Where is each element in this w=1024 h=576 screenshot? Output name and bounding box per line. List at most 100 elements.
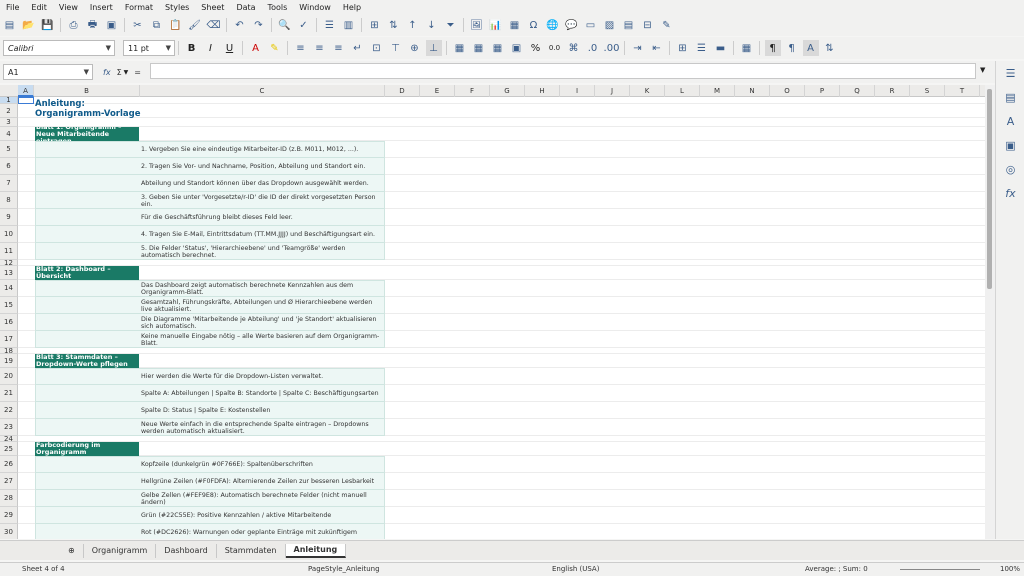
undo-icon[interactable]: ↶ bbox=[232, 17, 248, 33]
spelling-icon[interactable]: ✓ bbox=[296, 17, 312, 33]
align-left-icon[interactable]: ≡ bbox=[293, 40, 309, 56]
sort-descending-icon[interactable]: ↓ bbox=[424, 17, 440, 33]
column-header-a[interactable]: A bbox=[18, 85, 34, 97]
row-header[interactable]: 29 bbox=[0, 507, 18, 524]
row-header[interactable]: 28 bbox=[0, 490, 18, 507]
row-header[interactable]: 22 bbox=[0, 402, 18, 419]
split-window-icon[interactable]: ⊟ bbox=[640, 17, 656, 33]
clear-formatting-icon[interactable]: ⌫ bbox=[206, 17, 222, 33]
hyperlink-icon[interactable]: 🌐 bbox=[545, 17, 561, 33]
row-header[interactable]: 16 bbox=[0, 314, 18, 331]
column-header-o[interactable]: O bbox=[770, 85, 805, 97]
row-header[interactable]: 1 bbox=[0, 96, 18, 104]
row-icon[interactable]: ☰ bbox=[322, 17, 338, 33]
date-format-icon[interactable]: ⌘ bbox=[566, 40, 582, 56]
row-header[interactable]: 11 bbox=[0, 243, 18, 260]
column-header-h[interactable]: H bbox=[525, 85, 560, 97]
paste-icon[interactable]: 📋 bbox=[168, 17, 184, 33]
font-size-box[interactable]: 11 pt ▼ bbox=[123, 40, 175, 56]
menu-insert[interactable]: Insert bbox=[84, 3, 119, 12]
font-color-icon[interactable]: A bbox=[248, 40, 264, 56]
row-header[interactable]: 7 bbox=[0, 175, 18, 192]
align-bottom-icon[interactable]: ⊥ bbox=[425, 40, 442, 56]
tab-stammdaten[interactable]: Stammdaten bbox=[217, 543, 286, 558]
row-header[interactable]: 5 bbox=[0, 141, 18, 158]
row-header[interactable]: 9 bbox=[0, 209, 18, 226]
delete-decimal-icon[interactable]: .00 bbox=[604, 40, 620, 56]
row-header[interactable]: 23 bbox=[0, 419, 18, 436]
chevron-down-icon[interactable]: ▼ bbox=[84, 68, 89, 76]
row-header[interactable]: 26 bbox=[0, 456, 18, 473]
cut-icon[interactable]: ✂ bbox=[130, 17, 146, 33]
column-format-icon[interactable]: ▦ bbox=[490, 40, 506, 56]
autofilter-icon[interactable]: ⏷ bbox=[443, 17, 459, 33]
function-wizard-button[interactable]: fx bbox=[103, 68, 111, 77]
formula-button[interactable]: = bbox=[134, 68, 141, 77]
decimal-button[interactable]: 0.0 bbox=[547, 40, 563, 56]
underline-button[interactable]: U bbox=[222, 40, 238, 56]
menu-format[interactable]: Format bbox=[119, 3, 159, 12]
align-right-icon[interactable]: ≡ bbox=[331, 40, 347, 56]
chart-icon[interactable]: 📊 bbox=[488, 17, 504, 33]
vertical-scrollbar-thumb[interactable] bbox=[987, 89, 992, 289]
save-icon[interactable]: 💾 bbox=[40, 17, 56, 33]
sort-ascending-icon[interactable]: ↑ bbox=[405, 17, 421, 33]
name-box[interactable]: A1 ▼ bbox=[3, 64, 93, 80]
find-replace-icon[interactable]: 🔍 bbox=[277, 17, 293, 33]
menu-help[interactable]: Help bbox=[337, 3, 367, 12]
image-icon[interactable]: 🖼 bbox=[469, 17, 485, 33]
freeze-icon[interactable]: ⊞ bbox=[367, 17, 383, 33]
chevron-down-icon[interactable]: ▼ bbox=[166, 44, 171, 52]
percent-button[interactable]: % bbox=[528, 40, 544, 56]
gallery-icon[interactable]: ▣ bbox=[996, 133, 1024, 157]
export-pdf-icon[interactable]: ⎙ bbox=[66, 17, 82, 33]
column-header-j[interactable]: J bbox=[595, 85, 630, 97]
column-header-p[interactable]: P bbox=[805, 85, 840, 97]
row-header[interactable]: 30 bbox=[0, 524, 18, 539]
properties-icon[interactable]: ▤ bbox=[996, 85, 1024, 109]
menu-styles[interactable]: Styles bbox=[159, 3, 195, 12]
column-header-l[interactable]: L bbox=[665, 85, 700, 97]
align-center-icon[interactable]: ≡ bbox=[312, 40, 328, 56]
vertical-scrollbar[interactable] bbox=[985, 85, 995, 539]
unmerge-cells-icon[interactable]: ▦ bbox=[471, 40, 487, 56]
row-header[interactable]: 21 bbox=[0, 385, 18, 402]
menu-file[interactable]: File bbox=[0, 3, 25, 12]
menu-view[interactable]: View bbox=[53, 3, 84, 12]
row-header[interactable]: 25 bbox=[0, 442, 18, 456]
expand-formula-bar-icon[interactable]: ▼ bbox=[980, 66, 985, 74]
row-header[interactable]: 10 bbox=[0, 226, 18, 243]
sort-icon[interactable]: ⇅ bbox=[386, 17, 402, 33]
column-icon[interactable]: ▥ bbox=[341, 17, 357, 33]
menu-sheet[interactable]: Sheet bbox=[195, 3, 230, 12]
text-vertical-icon[interactable]: ⇅ bbox=[822, 40, 838, 56]
functions-icon[interactable]: fx bbox=[996, 181, 1024, 205]
bold-button[interactable]: B bbox=[184, 40, 200, 56]
background-color-icon[interactable]: ▬ bbox=[713, 40, 729, 56]
left-to-right-button[interactable]: ¶ bbox=[764, 40, 781, 56]
text-horizontal-icon[interactable]: A bbox=[802, 40, 819, 56]
column-header-g[interactable]: G bbox=[490, 85, 525, 97]
menu-data[interactable]: Data bbox=[230, 3, 261, 12]
zoom-slider[interactable] bbox=[900, 569, 980, 570]
row-header[interactable]: 20 bbox=[0, 368, 18, 385]
merge-cells-icon[interactable]: ▦ bbox=[452, 40, 468, 56]
column-header-b[interactable]: B bbox=[34, 85, 140, 97]
chevron-down-icon[interactable]: ▼ bbox=[106, 44, 111, 52]
row-header[interactable]: 17 bbox=[0, 331, 18, 348]
redo-icon[interactable]: ↷ bbox=[251, 17, 267, 33]
menu-tools[interactable]: Tools bbox=[262, 3, 294, 12]
column-header-m[interactable]: M bbox=[700, 85, 735, 97]
menu-window[interactable]: Window bbox=[293, 3, 337, 12]
border-style-icon[interactable]: ☰ bbox=[694, 40, 710, 56]
wrap-text-icon[interactable]: ↵ bbox=[350, 40, 366, 56]
pivot-table-icon[interactable]: ▦ bbox=[507, 17, 523, 33]
tab-dashboard[interactable]: Dashboard bbox=[156, 543, 217, 558]
header-footer-icon[interactable]: ▭ bbox=[583, 17, 599, 33]
column-header-k[interactable]: K bbox=[630, 85, 665, 97]
column-header-q[interactable]: Q bbox=[840, 85, 875, 97]
menu-icon[interactable]: ☰ bbox=[996, 61, 1024, 85]
merge-center-icon[interactable]: ⊡ bbox=[369, 40, 385, 56]
column-header-i[interactable]: I bbox=[560, 85, 595, 97]
column-header-n[interactable]: N bbox=[735, 85, 770, 97]
